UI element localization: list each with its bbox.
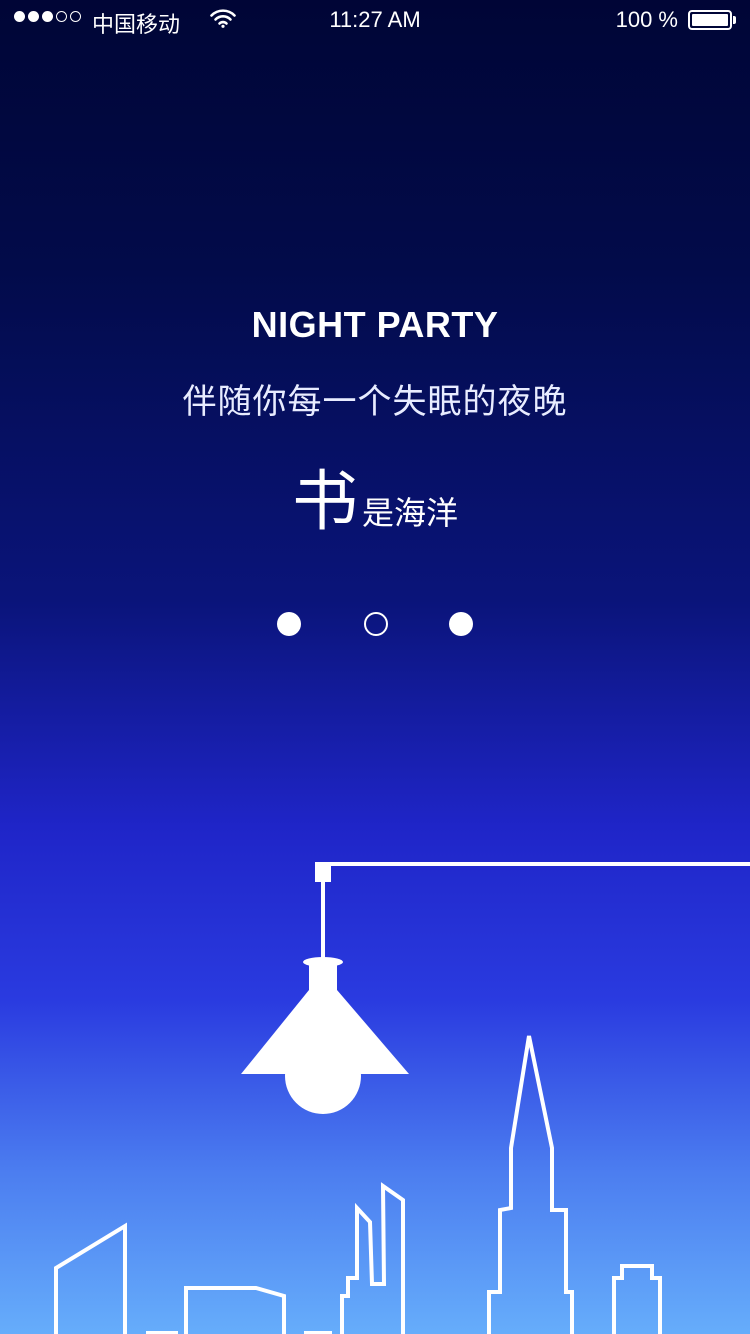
app-title: NIGHT PARTY: [251, 304, 499, 345]
page-dot-2[interactable]: [364, 612, 388, 636]
night-city-illustration: [54, 862, 750, 1334]
page-dot-1[interactable]: [277, 612, 301, 636]
page-dot-3[interactable]: [449, 612, 473, 636]
slogan: 书是海洋: [0, 448, 750, 544]
app-subtitle: 伴随你每一个失眠的夜晚: [182, 382, 568, 422]
battery-percentage: 100 %: [615, 7, 678, 32]
splash-screen: 中国移动 11:27 AM 100 % NIGHT PARTY 伴随你每一个失眠…: [0, 0, 750, 1334]
slogan-text: 是海洋: [361, 494, 458, 532]
slogan-big-character: 书: [291, 463, 358, 540]
city-skyline-icon: [54, 1035, 662, 1334]
battery-full-icon: [688, 10, 736, 30]
page-indicator: [0, 612, 750, 638]
pendant-lamp-icon: [241, 862, 750, 1114]
status-bar: 中国移动 11:27 AM 100 %: [0, 0, 750, 40]
